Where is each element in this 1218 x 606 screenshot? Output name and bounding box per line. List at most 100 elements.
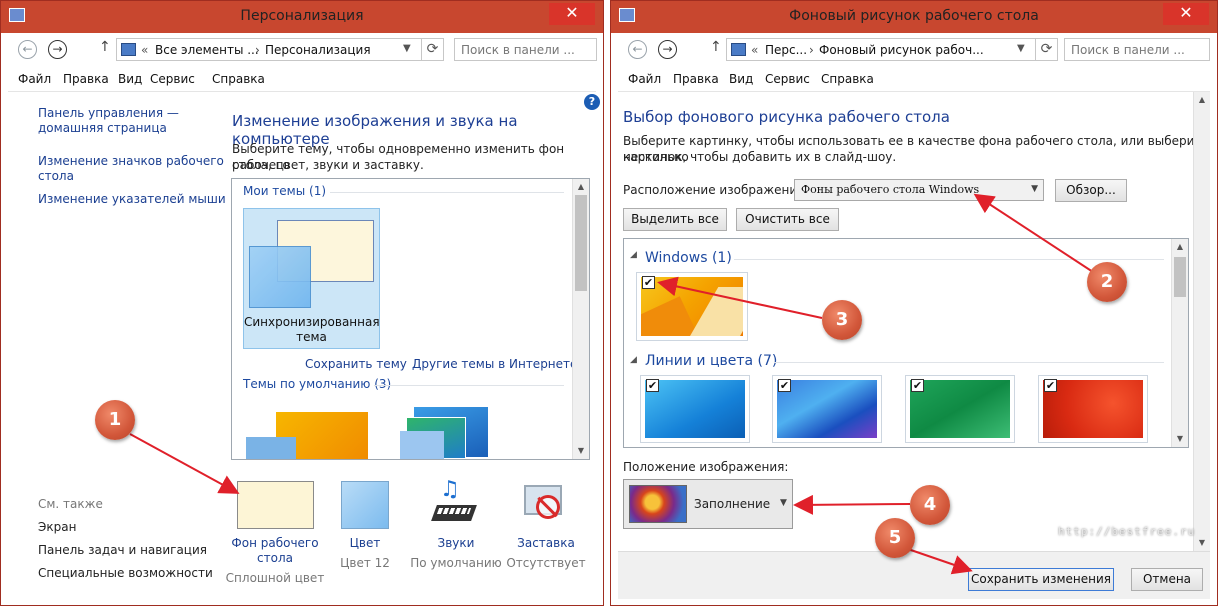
cancel-button[interactable]: Отмена [1131, 568, 1203, 591]
scroll-down-icon[interactable]: ▼ [1172, 431, 1188, 447]
screensaver-link[interactable]: Заставка [502, 536, 590, 551]
desktop-background-link-line2[interactable]: стола [221, 551, 329, 566]
search-input[interactable]: Поиск в панели ... [454, 38, 597, 61]
desktop-background-swatch[interactable] [237, 481, 314, 529]
menu-bar: Файл Правка Вид Сервис Справка [8, 67, 596, 91]
clear-all-button[interactable]: Очистить все [736, 208, 839, 231]
image-location-select[interactable]: Фоны рабочего стола Windows ▼ [794, 179, 1044, 201]
page-subtitle-line2: стола, цвет, звуки и заставку. [232, 158, 424, 172]
close-button[interactable]: ✕ [1163, 3, 1209, 25]
breadcrumb-desktop-background[interactable]: Фоновый рисунок рабоч... [819, 43, 984, 57]
synced-theme-tile[interactable]: Синхронизированная тема [243, 208, 380, 349]
sidebar-home-link-line2[interactable]: домашняя страница [38, 121, 167, 135]
see-also-taskbar[interactable]: Панель задач и навигация [38, 543, 207, 557]
scroll-thumb[interactable] [1174, 257, 1186, 297]
wallpaper-checkbox[interactable]: ✔ [642, 276, 655, 289]
save-changes-button[interactable]: Сохранить изменения [968, 568, 1114, 591]
collapse-group-icon[interactable]: ◢ [630, 355, 637, 365]
browse-button[interactable]: Обзор... [1055, 179, 1127, 202]
back-icon[interactable]: ← [18, 40, 37, 59]
chevron-down-icon[interactable]: ▼ [1017, 43, 1025, 54]
up-icon[interactable]: ↑ [710, 39, 722, 55]
breadcrumb-overflow[interactable]: « [141, 43, 148, 57]
content-scrollbar[interactable]: ▲ ▼ [1193, 92, 1210, 551]
scroll-down-icon[interactable]: ▼ [1194, 535, 1210, 551]
address-bar[interactable]: « Перс... › Фоновый рисунок рабоч... ▼ ⟳ [726, 38, 1058, 61]
wallpaper-lines-2[interactable]: ✔ [772, 375, 882, 443]
group-windows-header[interactable]: Windows (1) [645, 250, 732, 266]
windows-theme-tile[interactable] [246, 412, 368, 459]
menu-help[interactable]: Справка [821, 72, 874, 86]
menu-help[interactable]: Справка [212, 72, 265, 86]
sidebar-icons-link-line2[interactable]: стола [38, 169, 74, 183]
wallpaper-checkbox[interactable]: ✔ [646, 379, 659, 392]
see-also-display[interactable]: Экран [38, 520, 76, 534]
save-theme-link[interactable]: Сохранить тему [305, 357, 407, 371]
scroll-thumb[interactable] [575, 195, 587, 291]
sidebar-icons-link-line1[interactable]: Изменение значков рабочего [38, 154, 224, 168]
menu-edit[interactable]: Правка [673, 72, 719, 86]
group-divider [774, 362, 1164, 363]
collapse-group-icon[interactable]: ◢ [630, 250, 637, 260]
menu-edit[interactable]: Правка [63, 72, 109, 86]
search-input[interactable]: Поиск в панели ... [1064, 38, 1210, 61]
help-icon[interactable]: ? [584, 94, 600, 110]
scroll-up-icon[interactable]: ▲ [573, 179, 589, 195]
wallpaper-checkbox[interactable]: ✔ [911, 379, 924, 392]
address-bar[interactable]: « Все элементы ... › Персонализация ▼ ⟳ [116, 38, 444, 61]
desktop-background-link-line1[interactable]: Фон рабочего [221, 536, 329, 551]
screensaver-icon[interactable] [522, 481, 570, 529]
menu-tools[interactable]: Сервис [765, 72, 810, 86]
up-icon[interactable]: ↑ [99, 39, 111, 55]
sounds-link[interactable]: Звуки [408, 536, 504, 551]
wallpaper-lines-4[interactable]: ✔ [1038, 375, 1148, 443]
chevron-down-icon[interactable]: ▼ [403, 43, 411, 54]
scroll-up-icon[interactable]: ▲ [1172, 239, 1188, 255]
back-icon[interactable]: ← [628, 40, 647, 59]
wallpaper-scrollbar[interactable]: ▲ ▼ [1171, 239, 1188, 447]
sounds-icon[interactable]: ♫ [431, 477, 480, 529]
refresh-icon[interactable]: ⟳ [421, 38, 443, 61]
personalization-window: Персонализация ✕ ← → ↑ « Все элементы ..… [0, 0, 604, 606]
picture-position-select[interactable]: Заполнение ▼ [623, 479, 793, 529]
breadcrumb-personalization[interactable]: Перс... [765, 43, 807, 57]
menu-view[interactable]: Вид [118, 72, 142, 86]
select-all-button[interactable]: Выделить все [623, 208, 727, 231]
menu-file[interactable]: Файл [628, 72, 661, 86]
wallpaper-windows-1[interactable]: ✔ [636, 272, 748, 341]
breadcrumb-personalization[interactable]: Персонализация [265, 43, 371, 57]
lines-theme-tile[interactable] [400, 407, 488, 459]
title-bar[interactable]: Персонализация ✕ [1, 1, 603, 33]
color-swatch[interactable] [341, 481, 389, 529]
refresh-icon[interactable]: ⟳ [1035, 38, 1057, 61]
wallpaper-lines-3[interactable]: ✔ [905, 375, 1015, 443]
more-themes-link[interactable]: Другие темы в Интернете [412, 357, 577, 371]
themes-list[interactable]: Мои темы (1) Синхронизированная тема Сох… [231, 178, 590, 460]
color-link[interactable]: Цвет [325, 536, 405, 551]
image-location-label: Расположение изображения: [623, 183, 809, 197]
position-preview-image [629, 485, 687, 523]
content-area: Панель управления — домашняя страница Из… [8, 91, 600, 599]
wallpaper-lines-1[interactable]: ✔ [640, 375, 750, 443]
wallpaper-checkbox[interactable]: ✔ [1044, 379, 1057, 392]
menu-file[interactable]: Файл [18, 72, 51, 86]
breadcrumb-all-items[interactable]: Все элементы ... [155, 43, 259, 57]
menu-view[interactable]: Вид [729, 72, 753, 86]
forward-icon[interactable]: → [658, 40, 677, 59]
sidebar-home-link-line1[interactable]: Панель управления — [38, 106, 179, 120]
scroll-down-icon[interactable]: ▼ [573, 443, 589, 459]
group-lines-colors-header[interactable]: Линии и цвета (7) [645, 353, 777, 369]
wallpaper-checkbox[interactable]: ✔ [778, 379, 791, 392]
see-also-accessibility[interactable]: Специальные возможности [38, 566, 213, 580]
scroll-up-icon[interactable]: ▲ [1194, 92, 1210, 108]
sidebar-pointers-link[interactable]: Изменение указателей мыши [38, 192, 226, 206]
wallpaper-image [910, 380, 1010, 438]
wallpaper-image [777, 380, 877, 438]
themes-scrollbar[interactable]: ▲ ▼ [572, 179, 589, 459]
breadcrumb-overflow[interactable]: « [751, 43, 758, 57]
chevron-down-icon: ▼ [780, 498, 787, 508]
close-button[interactable]: ✕ [549, 3, 595, 25]
title-bar[interactable]: Фоновый рисунок рабочего стола ✕ [611, 1, 1217, 33]
menu-tools[interactable]: Сервис [150, 72, 195, 86]
forward-icon[interactable]: → [48, 40, 67, 59]
